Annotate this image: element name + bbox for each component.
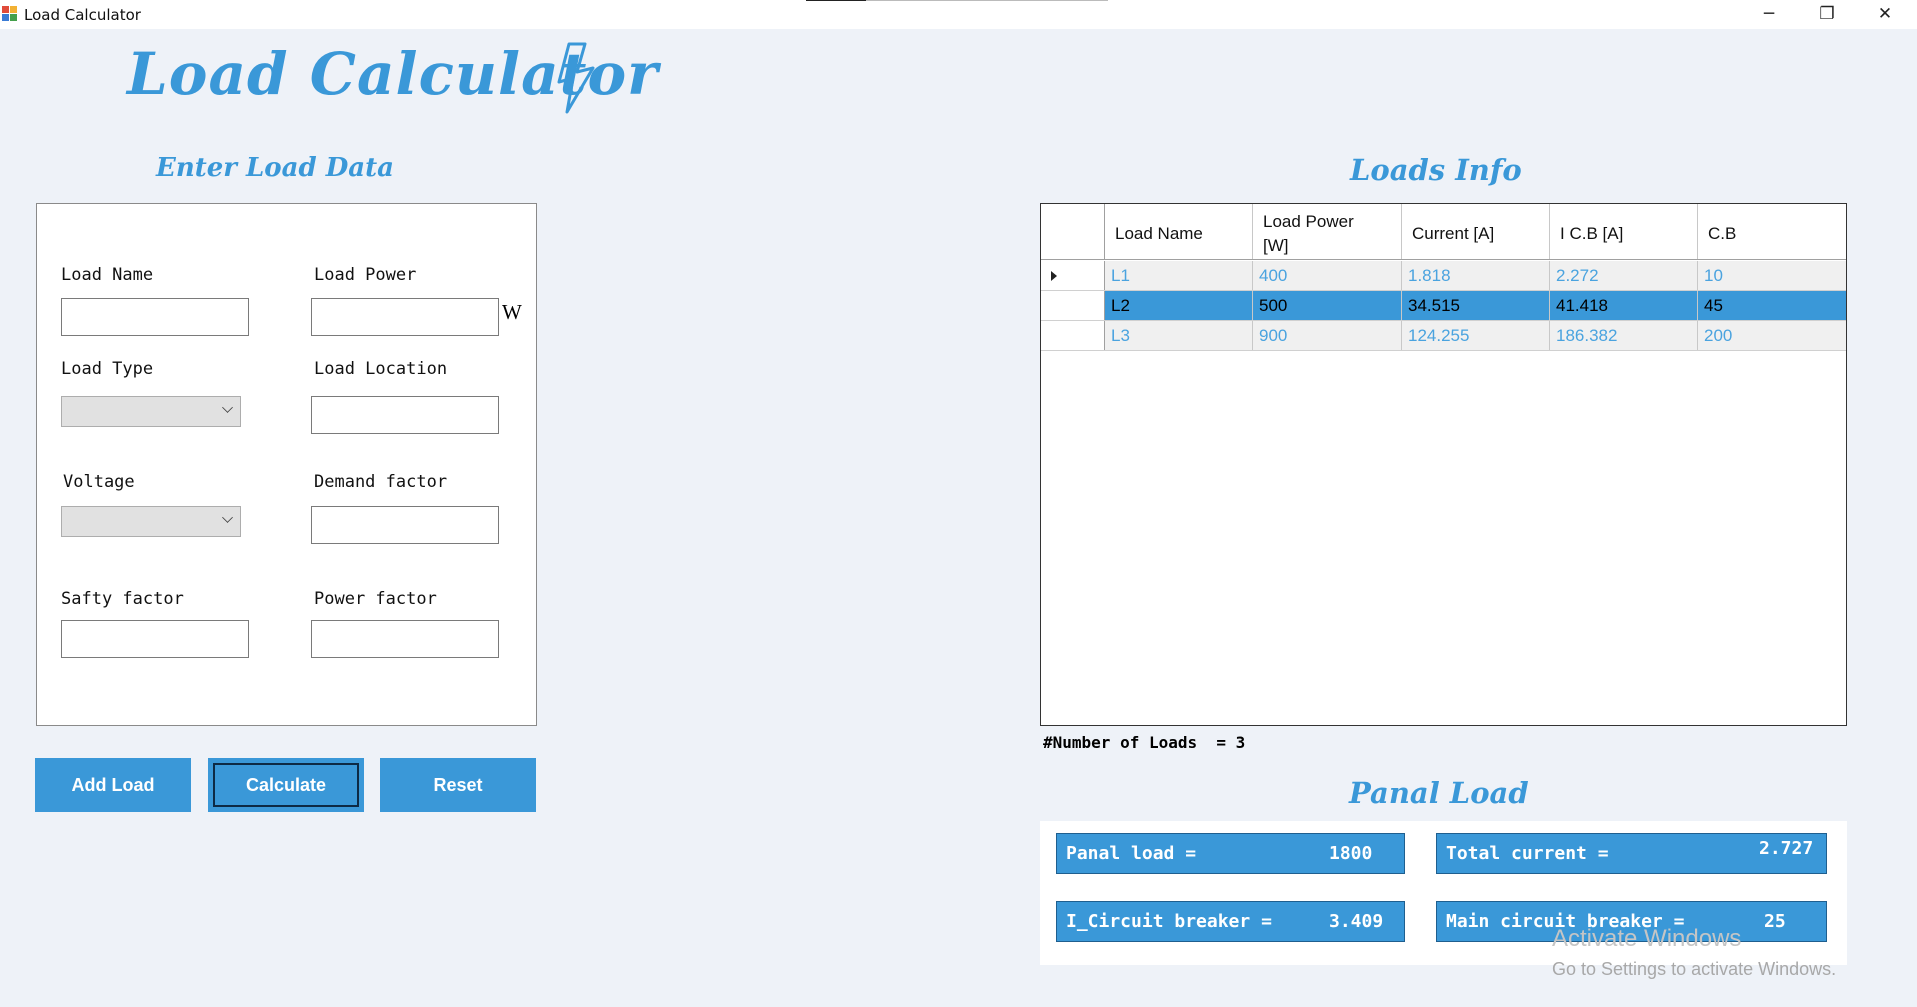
table-cell[interactable]: 400 [1253, 261, 1402, 290]
load-name-input[interactable] [61, 298, 249, 336]
number-of-loads-label: #Number of Loads = [1043, 733, 1236, 752]
load-location-label: Load Location [314, 359, 448, 379]
power-unit-label: W [502, 300, 522, 324]
column-header[interactable]: Load Power [W] [1253, 204, 1402, 259]
title-bar-marker-track [866, 0, 1108, 1]
i-circuit-breaker-value: 3.409 [1329, 911, 1384, 932]
i-circuit-breaker-label: I_Circuit breaker = [1066, 911, 1272, 932]
total-current-label: Total current = [1446, 843, 1609, 864]
maximize-button[interactable]: ❐ [1798, 0, 1856, 29]
demand-factor-input[interactable] [311, 506, 499, 544]
activation-watermark-subtitle: Go to Settings to activate Windows. [1552, 959, 1837, 979]
table-cell[interactable]: 186.382 [1550, 321, 1698, 350]
column-header[interactable]: I C.B [A] [1550, 204, 1698, 259]
load-location-input[interactable] [311, 396, 499, 434]
add-load-button[interactable]: Add Load [35, 758, 191, 812]
table-row[interactable]: L3 900 124.255 186.382 200 [1041, 321, 1846, 351]
table-cell[interactable]: 41.418 [1550, 291, 1698, 320]
calculate-button-label: Calculate [213, 763, 359, 807]
total-current-value: 2.727 [1759, 838, 1814, 859]
number-of-loads-value: 3 [1235, 733, 1246, 752]
row-header[interactable] [1041, 261, 1105, 290]
panal-load-value: 1800 [1329, 843, 1373, 864]
demand-factor-label: Demand factor [314, 472, 448, 492]
column-header[interactable]: Current [A] [1402, 204, 1550, 259]
chevron-down-icon [222, 402, 233, 413]
safety-factor-input[interactable] [61, 620, 249, 658]
reset-button[interactable]: Reset [380, 758, 536, 812]
lightning-bolt-icon [557, 42, 595, 114]
loads-table[interactable]: Load Name Load Power [W] Current [A] I C… [1040, 203, 1847, 726]
table-cell[interactable]: L1 [1105, 261, 1253, 290]
main-circuit-breaker-value: 25 [1764, 911, 1786, 932]
row-header[interactable] [1041, 321, 1105, 350]
current-row-arrow-icon [1051, 271, 1057, 281]
table-cell[interactable]: 900 [1253, 321, 1402, 350]
load-type-label: Load Type [61, 359, 154, 379]
voltage-dropdown[interactable] [61, 506, 241, 537]
total-current-result: Total current = 2.727 [1436, 833, 1827, 874]
title-bar: Load Calculator ─ ❐ ✕ [0, 0, 1917, 29]
table-cell[interactable]: 45 [1698, 291, 1846, 320]
load-name-label: Load Name [61, 265, 154, 285]
table-cell[interactable]: 2.272 [1550, 261, 1698, 290]
load-type-dropdown[interactable] [61, 396, 241, 427]
load-power-label: Load Power [314, 265, 417, 285]
table-cell[interactable]: 1.818 [1402, 261, 1550, 290]
panal-load-heading: Panal Load [1349, 776, 1529, 810]
window-title: Load Calculator [24, 6, 141, 24]
column-header[interactable]: Load Name [1105, 204, 1253, 259]
table-cell[interactable]: 124.255 [1402, 321, 1550, 350]
table-cell[interactable]: 200 [1698, 321, 1846, 350]
safety-factor-label: Safty factor [61, 589, 184, 609]
panal-load-result: Panal load = 1800 [1056, 833, 1405, 874]
loads-info-heading: Loads Info [1350, 153, 1522, 187]
power-factor-label: Power factor [314, 589, 437, 609]
load-power-input[interactable] [311, 298, 499, 336]
table-row-selected[interactable]: L2 500 34.515 41.418 45 [1041, 291, 1846, 321]
chevron-down-icon [222, 512, 233, 523]
load-entry-form: Load Name Load Power Load Type Load Loca… [36, 203, 537, 726]
title-bar-marker [806, 0, 866, 1]
table-cell[interactable]: 34.515 [1402, 291, 1550, 320]
row-header[interactable] [1041, 291, 1105, 320]
activation-watermark-title: Activate Windows [1552, 925, 1742, 952]
number-of-loads: #Number of Loads = 3 [1043, 733, 1245, 752]
table-cell[interactable]: L2 [1105, 291, 1253, 320]
table-cell[interactable]: 10 [1698, 261, 1846, 290]
power-factor-input[interactable] [311, 620, 499, 658]
table-header: Load Name Load Power [W] Current [A] I C… [1041, 204, 1846, 260]
table-cell[interactable]: L3 [1105, 321, 1253, 350]
row-header-corner [1041, 204, 1105, 259]
voltage-label: Voltage [63, 472, 135, 492]
table-row[interactable]: L1 400 1.818 2.272 10 [1041, 261, 1846, 291]
column-header[interactable]: C.B [1698, 204, 1846, 259]
table-cell[interactable]: 500 [1253, 291, 1402, 320]
enter-load-data-heading: Enter Load Data [156, 153, 394, 183]
i-circuit-breaker-result: I_Circuit breaker = 3.409 [1056, 901, 1405, 942]
panal-load-label: Panal load = [1066, 843, 1197, 864]
close-button[interactable]: ✕ [1856, 0, 1914, 29]
calculate-button[interactable]: Calculate [208, 758, 364, 812]
minimize-button[interactable]: ─ [1740, 0, 1798, 29]
app-icon [2, 6, 18, 22]
